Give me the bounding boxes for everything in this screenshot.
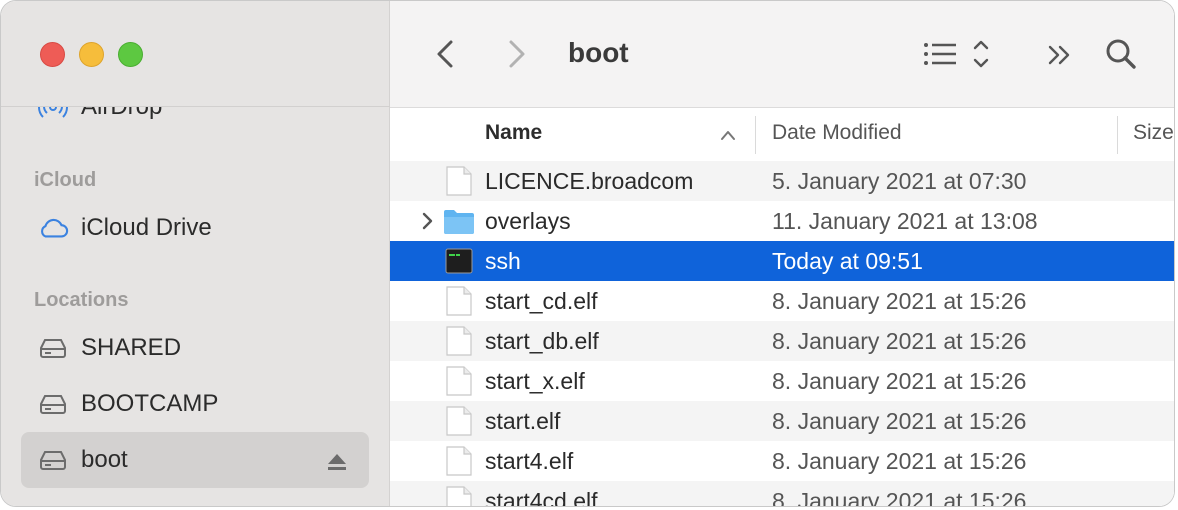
forward-button[interactable]	[502, 37, 532, 71]
document-icon	[445, 166, 473, 196]
file-name: start_cd.elf	[485, 288, 598, 314]
file-row[interactable]: start4.elf 8. January 2021 at 15:26	[390, 441, 1174, 481]
drive-icon	[37, 444, 69, 476]
file-name: overlays	[485, 208, 571, 234]
document-icon	[445, 326, 473, 356]
document-icon	[445, 406, 473, 436]
sidebar-item-label: boot	[81, 446, 128, 473]
document-icon	[445, 286, 473, 316]
file-name: start_db.elf	[485, 328, 599, 354]
back-button[interactable]	[430, 37, 460, 71]
search-icon	[1106, 39, 1136, 69]
document-icon	[445, 366, 473, 396]
file-row[interactable]: LICENCE.broadcom 5. January 2021 at 07:3…	[390, 161, 1174, 201]
main-content: boot Name Date Modified Size LICENCE.bro…	[390, 1, 1174, 506]
drive-icon	[37, 332, 69, 364]
column-separator[interactable]	[1117, 116, 1118, 154]
file-name: ssh	[485, 248, 521, 274]
file-list: LICENCE.broadcom 5. January 2021 at 07:3…	[390, 161, 1174, 506]
zoom-window-button[interactable]	[118, 42, 143, 67]
chevron-left-icon	[437, 40, 453, 68]
file-row[interactable]: start_db.elf 8. January 2021 at 15:26	[390, 321, 1174, 361]
file-name: start4cd.elf	[485, 488, 598, 506]
chevron-right-icon	[509, 40, 525, 68]
file-name: start.elf	[485, 408, 561, 434]
column-name-header[interactable]: Name	[485, 121, 542, 145]
file-date: Today at 09:51	[772, 248, 923, 274]
file-date: 8. January 2021 at 15:26	[772, 328, 1027, 354]
file-name: LICENCE.broadcom	[485, 168, 694, 194]
sidebar: AirDrop iCloud iCloud Drive Locations SH…	[1, 1, 390, 506]
list-view-icon	[924, 40, 989, 68]
close-window-button[interactable]	[40, 42, 65, 67]
airdrop-icon	[37, 107, 69, 123]
search-button[interactable]	[1104, 37, 1138, 71]
folder-icon	[443, 206, 475, 236]
file-date: 8. January 2021 at 15:26	[772, 488, 1027, 506]
sidebar-item-label: iCloud Drive	[81, 214, 212, 241]
file-row[interactable]: start_x.elf 8. January 2021 at 15:26	[390, 361, 1174, 401]
sidebar-item-airdrop[interactable]: AirDrop	[21, 107, 369, 135]
window-controls	[40, 42, 143, 67]
more-toolbar-button[interactable]	[1045, 39, 1077, 71]
sidebar-item-icloud-drive[interactable]: iCloud Drive	[21, 200, 369, 256]
file-row[interactable]: start.elf 8. January 2021 at 15:26	[390, 401, 1174, 441]
cloud-icon	[37, 212, 69, 244]
window-title: boot	[568, 37, 629, 68]
file-name: start_x.elf	[485, 368, 585, 394]
toolbar: boot	[390, 1, 1174, 108]
sort-ascending-icon[interactable]	[720, 128, 736, 146]
document-icon	[445, 446, 473, 476]
sidebar-item-label: BOOTCAMP	[81, 390, 219, 417]
file-date: 8. January 2021 at 15:26	[772, 448, 1027, 474]
sidebar-item-airdrop-clip: AirDrop	[1, 107, 390, 137]
file-name: start4.elf	[485, 448, 574, 474]
sidebar-item-shared[interactable]: SHARED	[21, 320, 369, 376]
column-separator[interactable]	[755, 116, 756, 154]
file-date: 5. January 2021 at 07:30	[772, 168, 1027, 194]
file-row-selected[interactable]: ssh Today at 09:51	[390, 241, 1174, 281]
file-date: 8. January 2021 at 15:26	[772, 368, 1027, 394]
minimize-window-button[interactable]	[79, 42, 104, 67]
document-icon	[445, 486, 473, 506]
column-size-header[interactable]: Size	[1133, 121, 1174, 145]
sidebar-heading-icloud: iCloud	[34, 169, 97, 191]
sidebar-heading-locations: Locations	[34, 289, 129, 311]
sidebar-item-bootcamp[interactable]: BOOTCAMP	[21, 376, 369, 432]
sidebar-item-label: AirDrop	[81, 107, 162, 121]
file-date: 8. January 2021 at 15:26	[772, 288, 1027, 314]
view-options-button[interactable]	[920, 37, 996, 71]
file-row[interactable]: overlays 11. January 2021 at 13:08	[390, 201, 1174, 241]
file-date: 11. January 2021 at 13:08	[772, 208, 1038, 234]
file-row[interactable]: start_cd.elf 8. January 2021 at 15:26	[390, 281, 1174, 321]
terminal-icon	[445, 248, 473, 278]
disclosure-triangle-icon[interactable]	[421, 210, 435, 237]
file-row[interactable]: start4cd.elf 8. January 2021 at 15:26	[390, 481, 1174, 506]
eject-icon[interactable]	[327, 450, 347, 478]
double-chevron-right-icon	[1048, 45, 1070, 65]
file-date: 8. January 2021 at 15:26	[772, 408, 1027, 434]
sidebar-item-label: SHARED	[81, 334, 182, 361]
sidebar-item-boot[interactable]: boot	[21, 432, 369, 488]
finder-window: AirDrop iCloud iCloud Drive Locations SH…	[0, 0, 1175, 507]
column-date-header[interactable]: Date Modified	[772, 121, 902, 145]
column-header: Name Date Modified Size	[390, 108, 1174, 163]
drive-icon	[37, 388, 69, 420]
